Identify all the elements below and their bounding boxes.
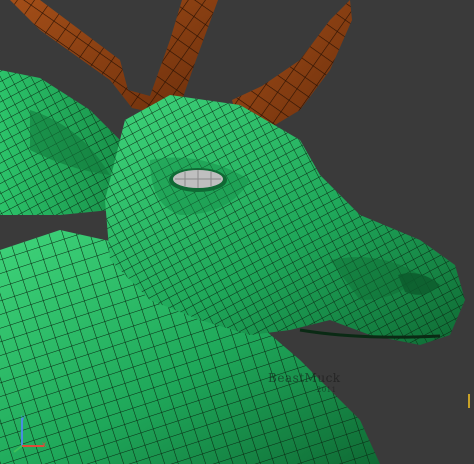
axis-y-label: y	[21, 413, 25, 422]
antler-right	[232, 0, 352, 130]
3d-viewport[interactable]: BeastMuck 2011 y x	[0, 0, 474, 464]
watermark-signature: BeastMuck 2011	[268, 372, 341, 396]
deer-mesh-render[interactable]	[0, 0, 474, 464]
viewport-edge-marker	[468, 394, 474, 408]
watermark-name: BeastMuck	[268, 371, 341, 385]
axis-x-label: x	[42, 440, 46, 449]
eye	[169, 168, 227, 192]
watermark-year: 2011	[316, 386, 337, 394]
axis-gizmo-icon	[13, 418, 44, 453]
